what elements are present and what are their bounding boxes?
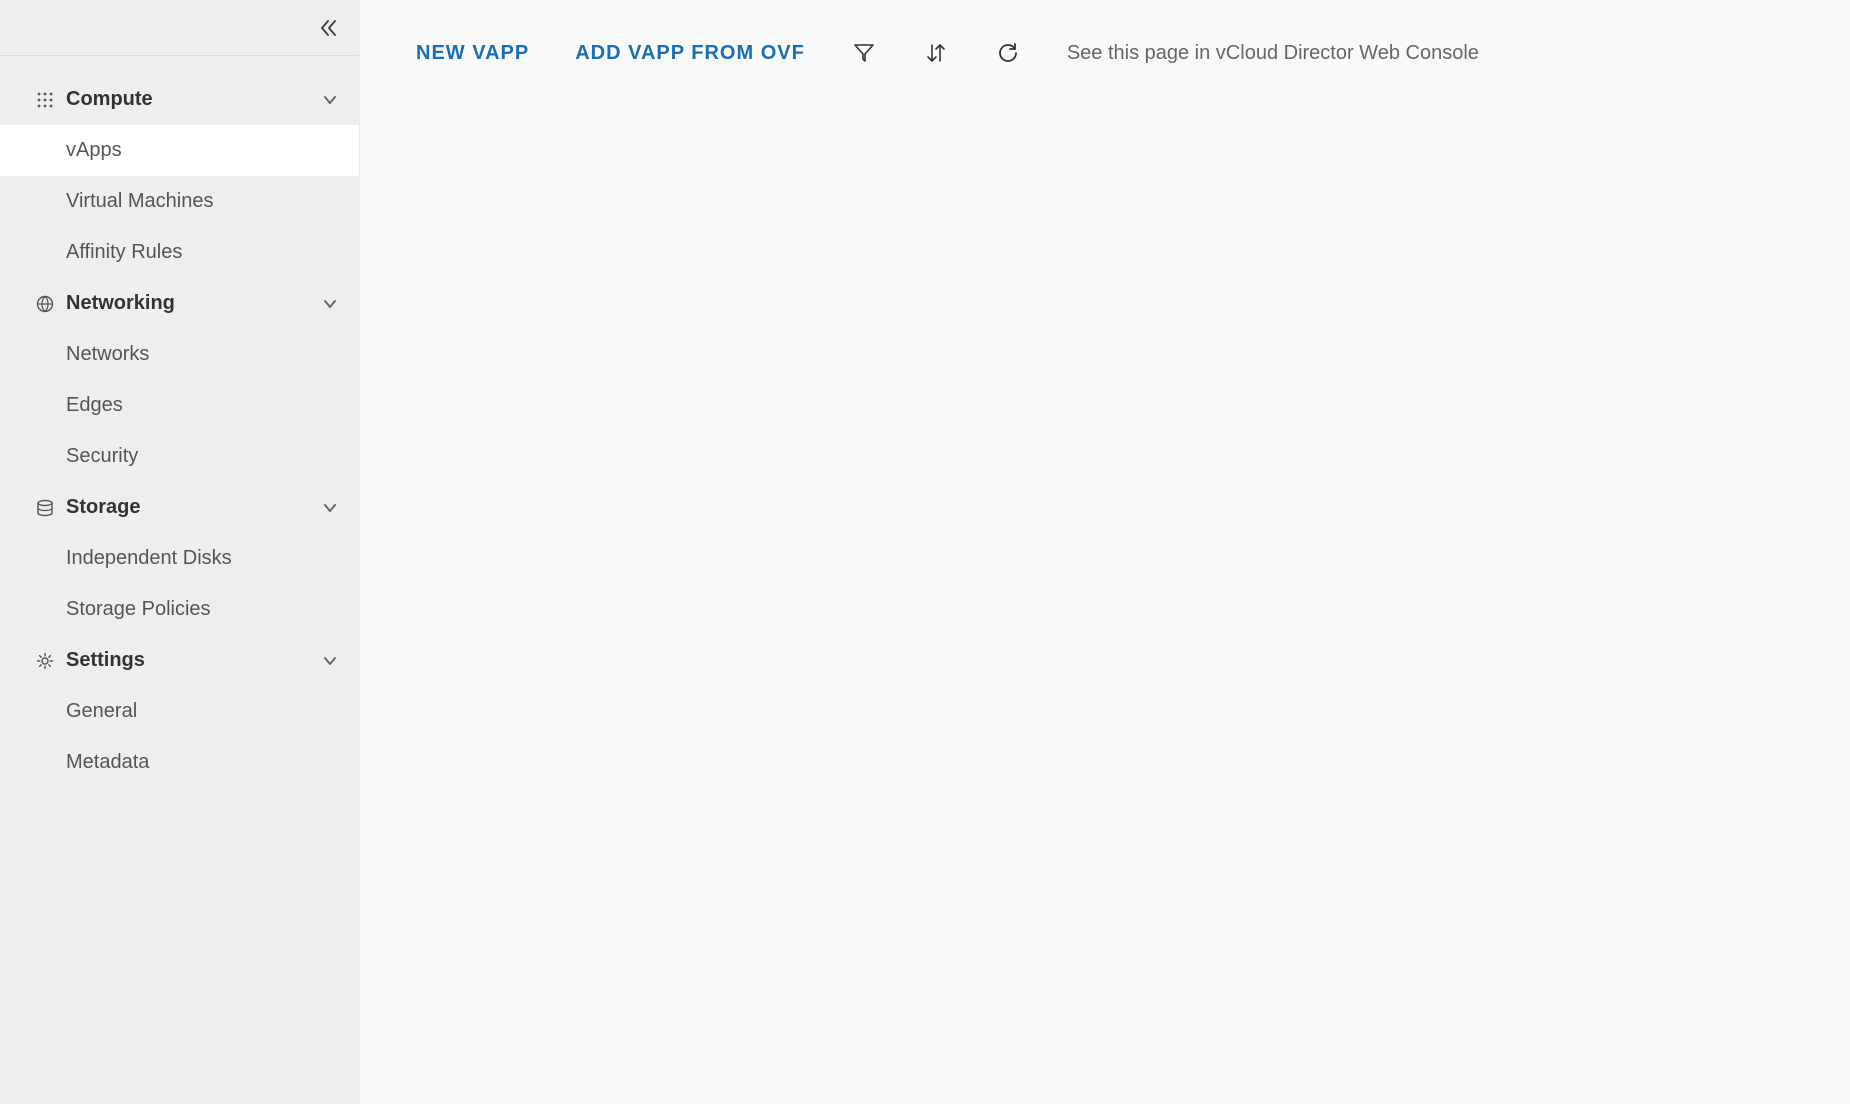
nav-link-metadata[interactable]: Metadata <box>0 737 359 788</box>
refresh-icon <box>996 41 1020 65</box>
sort-button[interactable] <box>923 40 949 66</box>
new-vapp-button[interactable]: NEW VAPP <box>416 42 529 65</box>
toolbar: NEW VAPP ADD VAPP FROM OVF See this page… <box>360 0 1850 66</box>
add-vapp-from-ovf-button[interactable]: ADD VAPP FROM OVF <box>575 42 805 65</box>
nav-link-vapps[interactable]: vApps <box>0 125 359 176</box>
nav-link-storage-policies[interactable]: Storage Policies <box>0 584 359 635</box>
nav-link-virtual-machines[interactable]: Virtual Machines <box>0 176 359 227</box>
grid-icon <box>34 92 56 108</box>
sidebar-top <box>0 0 359 56</box>
nav-group-settings[interactable]: Settings <box>0 635 359 686</box>
refresh-button[interactable] <box>995 40 1021 66</box>
sort-arrows-icon <box>924 41 948 65</box>
chevron-down-icon <box>323 93 337 107</box>
nav-link-edges[interactable]: Edges <box>0 380 359 431</box>
nav-group-networking[interactable]: Networking <box>0 278 359 329</box>
storage-icon <box>34 499 56 517</box>
chevron-double-left-icon <box>319 18 339 38</box>
main-content: NEW VAPP ADD VAPP FROM OVF See this page… <box>360 0 1850 1104</box>
nav-group-label: Storage <box>66 496 140 519</box>
chevron-down-icon <box>323 654 337 668</box>
nav-group-label: Networking <box>66 292 175 315</box>
filter-button[interactable] <box>851 40 877 66</box>
nav-group-label: Compute <box>66 88 153 111</box>
sidebar: Compute vApps Virtual Machines Affinity … <box>0 0 360 1104</box>
nav-link-independent-disks[interactable]: Independent Disks <box>0 533 359 584</box>
sidebar-nav: Compute vApps Virtual Machines Affinity … <box>0 56 359 788</box>
nav-group-storage[interactable]: Storage <box>0 482 359 533</box>
web-console-link[interactable]: See this page in vCloud Director Web Con… <box>1067 42 1479 65</box>
nav-group-label: Settings <box>66 649 145 672</box>
nav-group-compute[interactable]: Compute <box>0 74 359 125</box>
nav-link-general[interactable]: General <box>0 686 359 737</box>
nav-link-security[interactable]: Security <box>0 431 359 482</box>
collapse-sidebar-button[interactable] <box>317 16 341 40</box>
chevron-down-icon <box>323 501 337 515</box>
chevron-down-icon <box>323 297 337 311</box>
globe-icon <box>34 295 56 313</box>
nav-link-affinity-rules[interactable]: Affinity Rules <box>0 227 359 278</box>
funnel-icon <box>852 41 876 65</box>
gear-icon <box>34 652 56 670</box>
nav-link-networks[interactable]: Networks <box>0 329 359 380</box>
